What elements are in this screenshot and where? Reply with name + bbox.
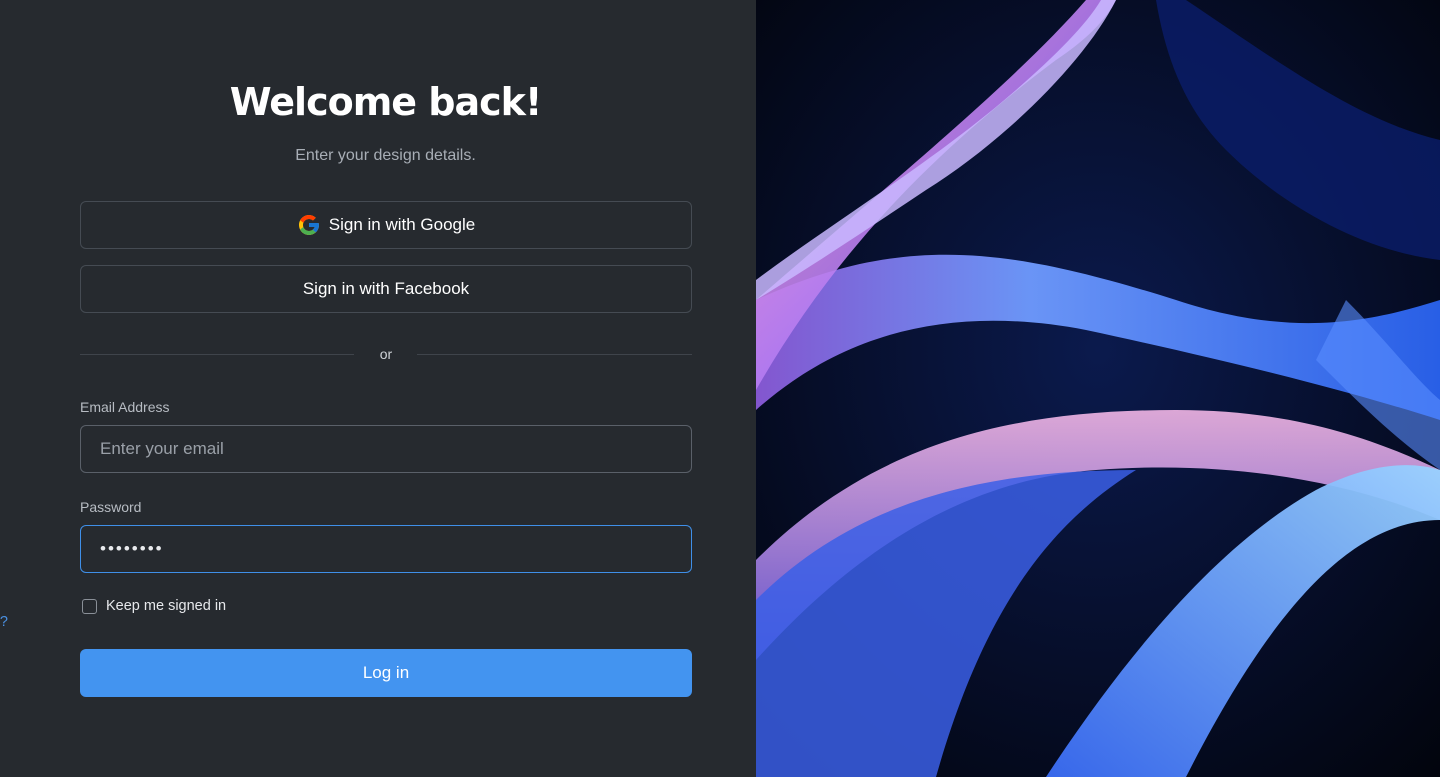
email-field[interactable] — [80, 425, 692, 473]
login-button[interactable]: Log in — [80, 649, 692, 697]
keep-signed-in-label: Keep me signed in — [106, 598, 227, 614]
password-field[interactable] — [80, 525, 692, 573]
forgot-password-link[interactable]: Forget password? — [0, 598, 8, 630]
divider-line-right — [417, 354, 692, 355]
keep-signed-in-checkbox[interactable] — [82, 598, 97, 614]
hero-image — [756, 0, 1440, 777]
facebook-signin-button[interactable]: Sign in with Facebook — [80, 265, 692, 313]
abstract-wave-art — [756, 0, 1440, 777]
google-signin-label: Sign in with Google — [328, 215, 476, 234]
facebook-signin-label: Sign in with Facebook — [302, 279, 470, 298]
divider-text: or — [379, 346, 393, 362]
login-panel: Welcome back! Enter your design details.… — [0, 0, 756, 777]
divider-line-left — [80, 354, 354, 355]
google-g-icon — [297, 213, 321, 237]
page-title: Welcome back! — [229, 80, 543, 124]
keep-signed-in-option[interactable]: Keep me signed in — [82, 598, 226, 614]
google-signin-button[interactable]: Sign in with Google — [80, 201, 692, 249]
password-label: Password — [80, 499, 142, 515]
page-subtitle: Enter your design details. — [295, 147, 476, 164]
email-label: Email Address — [80, 399, 170, 415]
